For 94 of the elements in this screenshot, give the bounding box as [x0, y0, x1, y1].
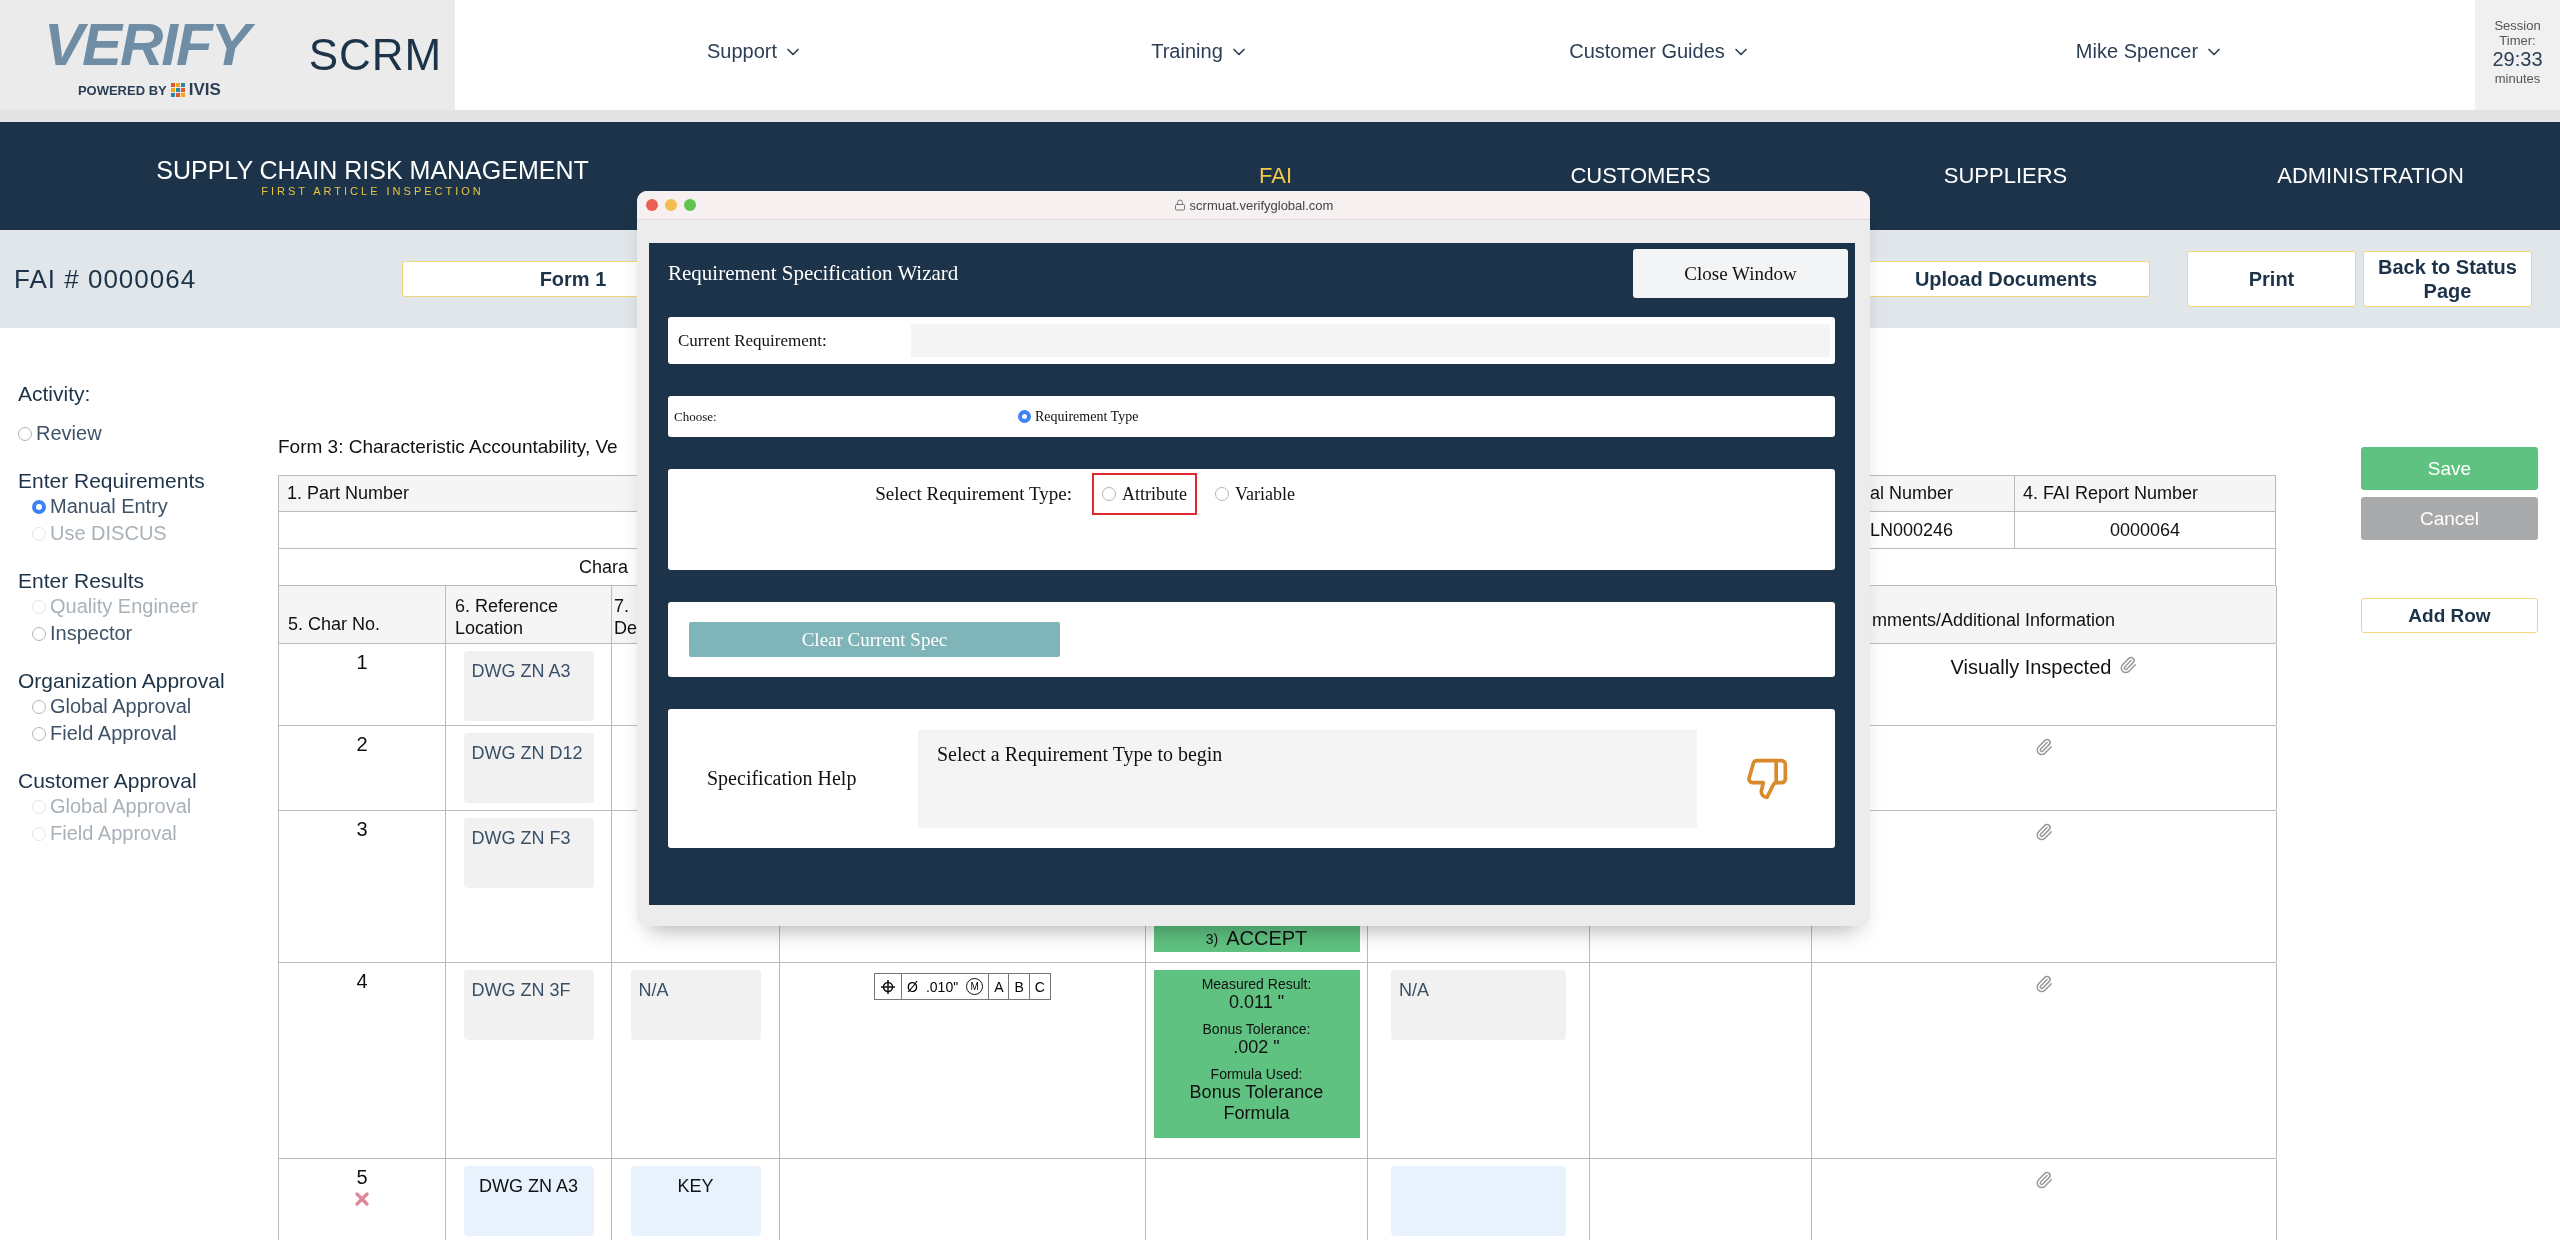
- result-value: Bonus Tolerance Formula: [1188, 1082, 1325, 1124]
- column-header: 7. De: [613, 595, 636, 639]
- group-title: Customer Approval: [18, 769, 198, 793]
- group-title: Enter Requirements: [18, 469, 206, 493]
- timer-unit: minutes: [2494, 71, 2541, 86]
- text-field[interactable]: N/A: [630, 970, 761, 1040]
- comment-text: Visually Inspected: [1950, 656, 2112, 679]
- site-title: SUPPLY CHAIN RISK MANAGEMENT: [156, 155, 589, 185]
- reference-field[interactable]: DWG ZN 3F: [463, 970, 594, 1040]
- delete-icon[interactable]: [352, 1189, 372, 1209]
- menu-dropdown[interactable]: Customer Guides: [1569, 40, 1751, 63]
- action-button[interactable]: Add Row: [2361, 598, 2538, 633]
- logo-wordmark: VERIFY: [40, 10, 259, 80]
- reference-field[interactable]: DWG ZN D12: [463, 733, 594, 803]
- result-value: 0.011 ": [1228, 992, 1285, 1013]
- group-title: Organization Approval: [18, 669, 226, 693]
- help-label: Specification Help: [706, 767, 858, 790]
- fai-number: FAI # 0000064: [14, 263, 198, 295]
- nav-link[interactable]: FAI: [1259, 163, 1292, 189]
- radio-label: Inspector: [50, 622, 133, 645]
- radio-button[interactable]: [1018, 410, 1031, 423]
- char-number: 4: [356, 970, 368, 993]
- lock-icon: [1173, 199, 1186, 211]
- nav-link[interactable]: CUSTOMERS: [1570, 163, 1711, 189]
- column-header: 5. Char No.: [287, 613, 381, 635]
- result-label: Bonus Tolerance:: [1202, 1021, 1311, 1037]
- tolerance-value: .010": [925, 978, 959, 995]
- nav-link[interactable]: SUPPLIERS: [1943, 163, 2068, 189]
- form-title: Form 3: Characteristic Accountability, Ve: [278, 436, 619, 459]
- close-window-button[interactable]: Close Window: [1633, 249, 1848, 298]
- reference-field[interactable]: DWG ZN F3: [463, 818, 594, 888]
- paperclip-icon[interactable]: [2035, 823, 2053, 841]
- nav-link[interactable]: ADMINISTRATION: [2277, 163, 2464, 189]
- char-number: 2: [356, 733, 368, 756]
- result-label: Measured Result:: [1201, 976, 1312, 992]
- menu-dropdown[interactable]: Training: [1151, 40, 1249, 63]
- group-title: Enter Results: [18, 569, 146, 593]
- reference-field[interactable]: DWG ZN A3: [463, 651, 594, 721]
- zoom-dot-icon[interactable]: [684, 199, 696, 211]
- column-header: mments/Additional Information: [1871, 609, 2116, 631]
- field-label: Current Requirement:: [677, 330, 828, 351]
- field-label: Choose:: [673, 408, 718, 425]
- radio-label: Global Approval: [50, 695, 192, 718]
- timer-label: Session Timer:: [2493, 18, 2542, 48]
- radio-button[interactable]: [32, 499, 46, 514]
- reference-field[interactable]: DWG ZN A3: [463, 1166, 594, 1236]
- logo-tagline: POWERED BY: [77, 82, 167, 98]
- logo-partner: IVIS: [188, 80, 221, 100]
- datum-label: B: [1014, 978, 1024, 995]
- radio-label: Quality Engineer: [50, 595, 198, 618]
- char-number: 1: [356, 651, 368, 674]
- char-number: 3: [356, 818, 368, 841]
- paperclip-icon[interactable]: [2035, 975, 2053, 993]
- radio-option[interactable]: Attribute: [1092, 473, 1197, 515]
- result-label: Formula Used:: [1210, 1066, 1303, 1082]
- radio-label: Field Approval: [50, 722, 177, 745]
- text-field[interactable]: KEY: [630, 1166, 761, 1236]
- thumbs-down-icon[interactable]: [1745, 756, 1789, 801]
- help-text: Select a Requirement Type to begin: [918, 729, 1697, 828]
- text-field[interactable]: N/A: [1391, 970, 1566, 1040]
- minimize-dot-icon[interactable]: [665, 199, 677, 211]
- radio-button[interactable]: [32, 726, 46, 741]
- radio-button[interactable]: [18, 426, 32, 441]
- datum-label: A: [994, 978, 1004, 995]
- diameter-symbol: Ø: [907, 978, 918, 995]
- char-number: 5: [356, 1166, 368, 1189]
- radio-label: Global Approval: [50, 795, 192, 818]
- column-header: 6. Reference Location: [454, 595, 560, 639]
- paperclip-icon[interactable]: [2119, 656, 2138, 674]
- paperclip-icon[interactable]: [2035, 738, 2053, 756]
- radio-label: Review: [36, 422, 102, 445]
- grid-icon: [170, 83, 185, 97]
- radio-label: Use DISCUS: [50, 522, 167, 545]
- sidebar-title: Activity:: [18, 382, 92, 406]
- field-label: Select Requirement Type:: [874, 483, 1073, 505]
- action-button[interactable]: Back to Status Page: [2363, 251, 2532, 307]
- timer-value: 29:33: [2492, 48, 2543, 71]
- action-button[interactable]: Print: [2187, 251, 2356, 307]
- result-value: .002 ": [1233, 1037, 1280, 1058]
- menu-dropdown[interactable]: Mike Spencer: [2075, 40, 2225, 63]
- site-subtitle: FIRST ARTICLE INSPECTION: [261, 184, 484, 197]
- radio-button[interactable]: [32, 699, 46, 714]
- close-dot-icon[interactable]: [646, 199, 658, 211]
- radio-label: Field Approval: [50, 822, 177, 845]
- menu-dropdown[interactable]: Support: [706, 40, 804, 63]
- datum-label: C: [1034, 978, 1045, 995]
- paperclip-icon[interactable]: [2035, 1171, 2053, 1189]
- radio-label: Requirement Type: [1035, 408, 1139, 425]
- position-icon: [880, 978, 897, 995]
- app-name: SCRM: [308, 30, 443, 80]
- radio-label: Manual Entry: [50, 495, 168, 518]
- result-badge: 3) ACCEPT: [1153, 925, 1360, 952]
- url-text: scrmuat.verifyglobal.com: [1189, 197, 1334, 213]
- radio-button[interactable]: [32, 626, 46, 641]
